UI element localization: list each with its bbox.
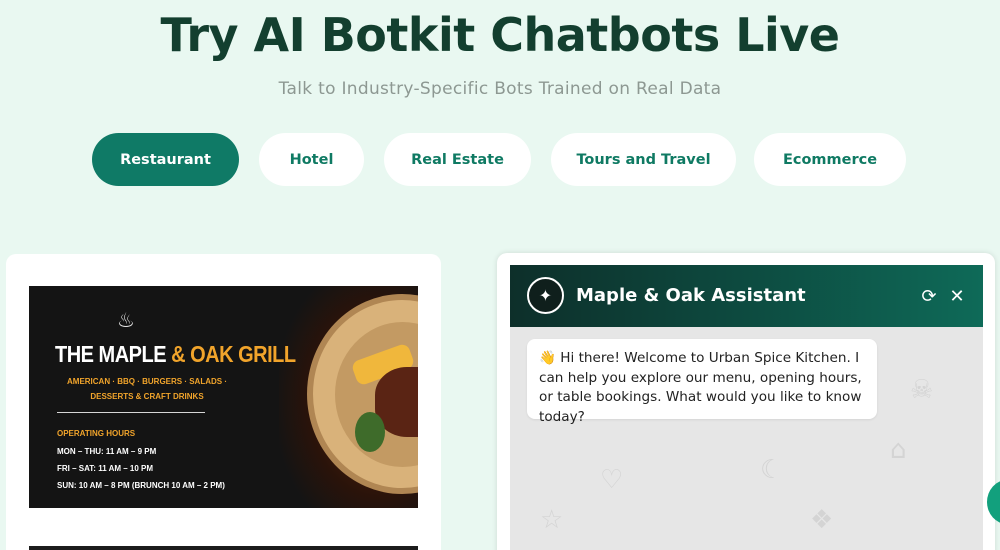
tab-real-estate[interactable]: Real Estate [384,133,531,186]
doodle-gift-icon: ❖ [810,505,834,535]
doodle-moon-icon: ☾ [760,455,784,485]
refresh-icon[interactable]: ⟳ [918,285,940,307]
doodle-star-icon: ☆ [540,505,564,535]
hours-line: FRI – SAT: 11 AM – 10 PM [57,464,154,473]
greens-image [355,412,385,452]
close-icon[interactable]: ✕ [946,285,968,307]
tab-hotel[interactable]: Hotel [259,133,364,186]
tab-ecommerce[interactable]: Ecommerce [754,133,906,186]
chat-window: ☠ ⌂ ♡ ☾ ❖ ☆ ✦ Maple & Oak Assistant ⟳ ✕ … [510,265,983,550]
doodle-skull-icon: ☠ [910,375,934,405]
cuisine-categories: AMERICAN · BBQ · BURGERS · SALADS · DESS… [67,377,227,401]
divider [57,412,205,413]
tab-tours-and-travel[interactable]: Tours and Travel [551,133,736,186]
doodle-house-icon: ⌂ [890,435,907,465]
page-subtitle: Talk to Industry-Specific Bots Trained o… [278,79,722,99]
chat-widget-frame: ☠ ⌂ ♡ ☾ ❖ ☆ ✦ Maple & Oak Assistant ⟳ ✕ … [497,253,995,550]
hours-heading: OPERATING HOURS [57,429,136,438]
page-title: Try AI Botkit Chatbots Live [160,8,840,62]
bot-name: Maple & Oak Assistant [576,285,806,306]
bot-message: 👋 Hi there! Welcome to Urban Spice Kitch… [527,339,877,425]
restaurant-preview-card: ♨ THE MAPLE & OAK GRILL AMERICAN · BBQ ·… [6,254,441,550]
pan-flame-icon: ♨ [117,308,135,332]
sparkle-icon: ✦ [527,277,564,314]
restaurant-name: THE MAPLE & OAK GRILL [55,342,296,368]
second-banner [29,546,418,550]
restaurant-banner: ♨ THE MAPLE & OAK GRILL AMERICAN · BBQ ·… [29,286,418,508]
industry-tabs: Restaurant Hotel Real Estate Tours and T… [0,133,1000,186]
hours-line: MON – THU: 11 AM – 9 PM [57,447,157,456]
tab-restaurant[interactable]: Restaurant [92,133,239,186]
hours-line: SUN: 10 AM – 8 PM (BRUNCH 10 AM – 2 PM) [57,481,225,490]
doodle-heart-icon: ♡ [600,465,624,495]
chat-header: ✦ Maple & Oak Assistant ⟳ ✕ [510,265,983,327]
